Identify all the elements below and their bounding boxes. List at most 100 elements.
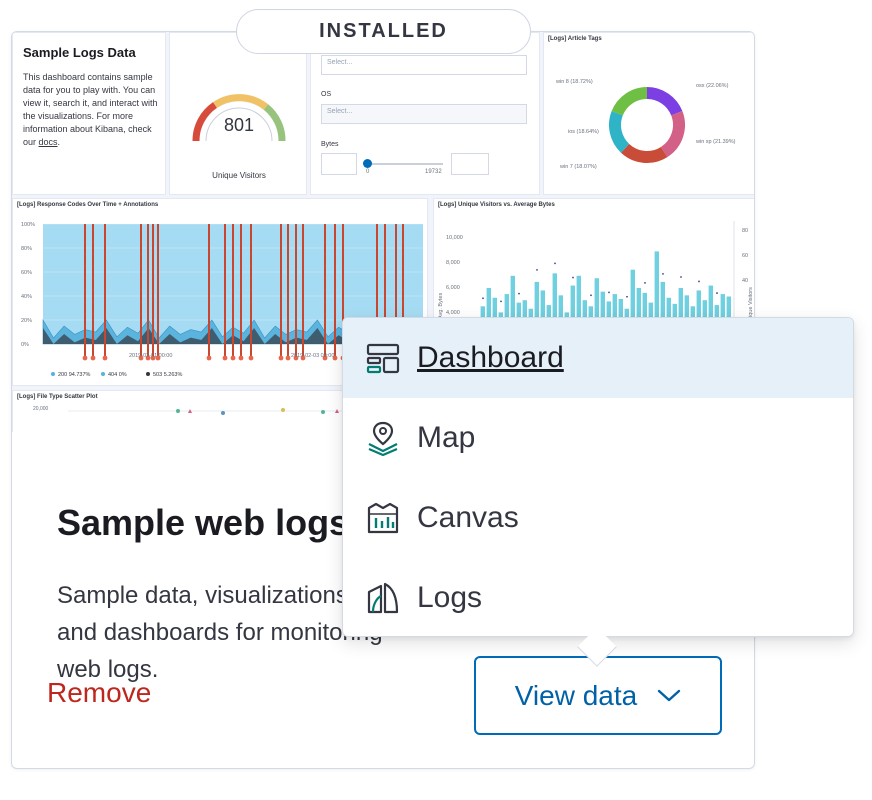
dot — [608, 291, 610, 294]
y-tick-label: 8,000 — [446, 260, 460, 266]
menu-item-label: Map — [417, 421, 476, 454]
view-data-label: View data — [514, 679, 638, 711]
donut-label: ios (18.64%) — [568, 129, 599, 135]
annotation-marker — [222, 355, 228, 361]
controls-select: Select... — [321, 55, 527, 75]
y-tick-label: 4,000 — [446, 310, 460, 316]
menu-item-map[interactable]: Map — [343, 398, 853, 478]
legend-label: 404 0% — [108, 372, 127, 378]
bytes-slider-track — [367, 163, 443, 165]
y2-tick-label: 40 — [742, 278, 748, 284]
y-tick-label: 10,000 — [446, 235, 463, 241]
logs-app-icon — [367, 582, 399, 614]
dot — [644, 281, 646, 284]
donut-label: osx (22.06%) — [696, 83, 729, 89]
markdown-body: This dashboard contains sample data for … — [23, 72, 158, 147]
x-tick-label: 2019-02-03 00:00 — [291, 353, 334, 359]
gauge-chart: 801 Unique Visitors — [192, 94, 286, 180]
y-tick-label: 60% — [21, 270, 32, 276]
dot — [482, 297, 484, 300]
dot — [572, 276, 574, 279]
menu-item-logs[interactable]: Logs — [343, 558, 853, 638]
dot — [554, 262, 556, 265]
bytes-label: Bytes — [321, 141, 339, 148]
donut-slice — [620, 143, 668, 163]
legend-swatch — [146, 372, 150, 376]
annotation-marker — [285, 355, 291, 361]
legend-swatch — [51, 372, 55, 376]
donut-slice — [609, 111, 630, 153]
dashboard-app-icon — [366, 343, 400, 374]
annotation-marker — [278, 355, 284, 361]
menu-item-label: Canvas — [417, 501, 519, 534]
y2-tick-label: 60 — [742, 253, 748, 259]
canvas-app-icon — [367, 502, 399, 534]
dot — [536, 269, 538, 271]
installed-badge: INSTALLED — [236, 9, 531, 54]
dot — [698, 280, 700, 283]
annotation-marker — [238, 355, 244, 361]
os-select: Select... — [321, 104, 527, 124]
article-tags-panel: [Logs] Article Tags win 8 (18.72%) osx (2… — [543, 32, 754, 195]
bytes-min-box — [321, 153, 357, 175]
dot — [662, 273, 664, 275]
donut-label: win xp (21.39%) — [695, 139, 736, 145]
y-axis-label: Avg. Bytes — [438, 293, 444, 319]
view-data-menu: Dashboard Map Canvas Logs — [342, 317, 854, 637]
bytes-slider-handle — [363, 159, 372, 168]
unique-visitors-title: [Logs] Unique Visitors vs. Average Bytes — [438, 202, 555, 208]
card-description: Sample data, visualizations, and dashboa… — [57, 582, 383, 683]
menu-item-label: Logs — [417, 581, 483, 614]
y2-tick-label: 80 — [742, 228, 748, 234]
bytes-max-tick: 19732 — [425, 169, 442, 175]
article-tags-title: [Logs] Article Tags — [548, 36, 602, 42]
card-title: Sample web logs — [57, 502, 350, 543]
markdown-title: Sample Logs Data — [23, 45, 136, 60]
y-tick-label: 40% — [21, 294, 32, 300]
dot — [680, 276, 682, 278]
gauge-panel: 801 Unique Visitors — [169, 32, 307, 195]
donut-slice — [646, 87, 683, 116]
dot — [590, 294, 592, 297]
legend-label: 503 5.263% — [153, 372, 182, 378]
annotation-marker — [90, 355, 96, 361]
sample-data-card-stage: Sample Logs Data This dashboard contains… — [0, 0, 872, 800]
chevron-down-icon — [658, 689, 681, 701]
response-codes-title: [Logs] Response Codes Over Time + Annota… — [17, 202, 159, 208]
annotation-marker — [230, 355, 236, 361]
x-tick-label: 2019-02-01 00:00 — [129, 353, 172, 359]
annotation-marker — [248, 355, 254, 361]
menu-item-label: Dashboard — [417, 341, 564, 374]
legend-swatch — [101, 372, 105, 376]
gauge-label: Unique Visitors — [212, 171, 266, 180]
y-tick-label: 20% — [21, 318, 32, 324]
maps-app-icon — [368, 421, 398, 456]
remove-button[interactable]: Remove — [47, 677, 151, 709]
menu-item-dashboard[interactable]: Dashboard — [343, 318, 853, 398]
donut-slice — [660, 111, 685, 158]
dot — [518, 292, 520, 295]
os-label: OS — [321, 91, 332, 98]
legend-label: 200 94.737% — [58, 372, 91, 378]
dot — [716, 292, 718, 294]
article-tags-donut: win 8 (18.72%) osx (22.06%) ios (18.64%) wi… — [555, 79, 736, 170]
donut-label: win 7 (18.07%) — [559, 164, 597, 170]
y-tick-label: 80% — [21, 246, 32, 252]
y-tick-label: 100% — [21, 222, 35, 228]
y-tick-label: 6,000 — [446, 285, 460, 291]
y-tick-label: 0% — [21, 342, 29, 348]
menu-item-canvas[interactable]: Canvas — [343, 478, 853, 558]
dot — [500, 300, 502, 303]
view-data-button[interactable]: View data — [474, 656, 722, 735]
donut-slice — [611, 87, 648, 116]
gauge-value: 801 — [224, 115, 254, 135]
bytes-max-box — [451, 153, 489, 175]
bytes-min-tick: 0 — [366, 169, 370, 175]
annotation-marker — [82, 355, 88, 361]
donut-label: win 8 (18.72%) — [555, 79, 593, 85]
annotation-marker — [102, 355, 108, 361]
dot — [626, 295, 628, 298]
annotation-marker — [206, 355, 212, 361]
markdown-panel: Sample Logs Data This dashboard contains… — [12, 32, 166, 195]
controls-panel: Select... OS Select... Bytes 0 19732 — [310, 32, 540, 195]
